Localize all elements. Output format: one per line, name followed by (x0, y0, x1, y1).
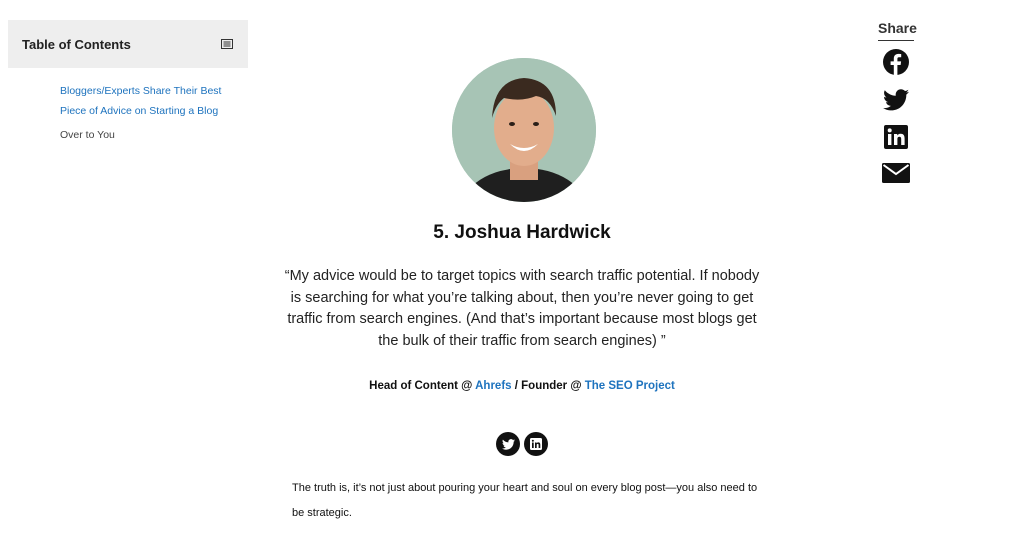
linkedin-icon[interactable] (524, 432, 548, 456)
toc-header[interactable]: Table of Contents (8, 20, 248, 68)
expert-social-links (282, 432, 762, 456)
toc-list: Bloggers/Experts Share Their Best Piece … (8, 68, 248, 146)
expert-role: Head of Content @ Ahrefs / Founder @ The… (282, 380, 762, 392)
expert-quote: “My advice would be to target topics wit… (284, 268, 760, 349)
twitter-icon[interactable] (883, 89, 909, 111)
body-paragraph: The truth is, it’s not just about pourin… (292, 482, 758, 519)
toc-item[interactable]: Over to You (60, 126, 248, 146)
avatar (452, 58, 596, 202)
role-prefix: Head of Content @ (369, 380, 476, 392)
toc-item[interactable]: Bloggers/Experts Share Their Best Piece … (60, 82, 248, 121)
share-title: Share (878, 20, 917, 41)
toc-title: Table of Contents (22, 36, 131, 52)
company-link-seo-project[interactable]: The SEO Project (585, 380, 675, 392)
table-of-contents: Table of Contents Bloggers/Experts Share… (8, 20, 248, 151)
share-sidebar: Share (872, 20, 920, 183)
expert-name-heading: 5. Joshua Hardwick (433, 222, 611, 243)
toc-link-bloggers-advice[interactable]: Bloggers/Experts Share Their Best Piece … (60, 85, 221, 117)
company-link-ahrefs[interactable]: Ahrefs (475, 380, 511, 392)
facebook-icon[interactable] (883, 49, 909, 75)
twitter-icon[interactable] (496, 432, 520, 456)
linkedin-icon[interactable] (884, 125, 908, 149)
role-middle: / Founder @ (511, 380, 585, 392)
email-icon[interactable] (882, 163, 910, 183)
toc-link-over-to-you[interactable]: Over to You (60, 129, 115, 141)
list-icon[interactable] (220, 38, 234, 50)
